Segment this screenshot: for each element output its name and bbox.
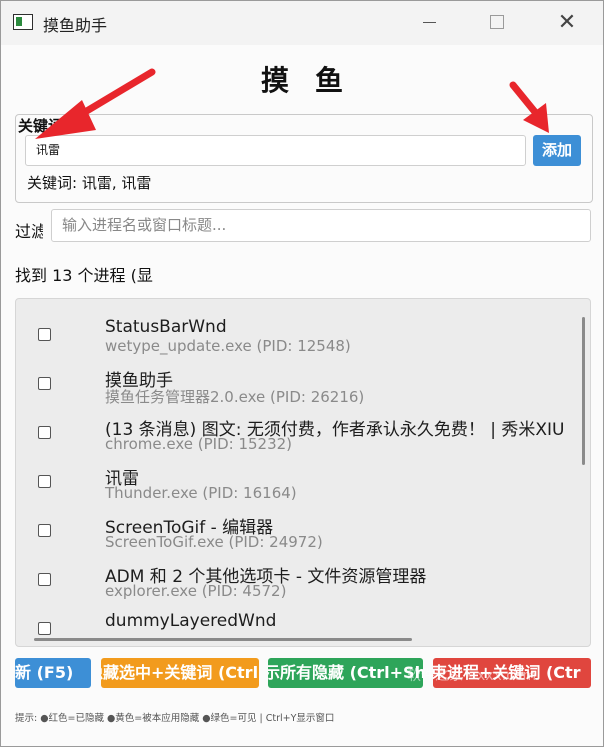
page-heading: 摸鱼 [260,64,369,97]
process-row[interactable]: 摸鱼助手 摸鱼任务管理器2.0.exe (PID: 26216) [16,363,572,412]
process-row[interactable]: ScreenToGif - 编辑器 ScreenToGif.exe (PID: … [16,510,572,559]
refresh-button[interactable]: 刷新 (F5) [15,658,91,688]
hide-selected-button[interactable]: 隐藏选中+关键词 (Ctrl [101,658,259,688]
process-checkbox[interactable] [38,573,51,586]
process-checkbox[interactable] [38,377,51,390]
refresh-button-label: 刷新 (F5) [15,663,74,682]
process-row[interactable]: ADM 和 2 个其他选项卡 - 文件资源管理器 explorer.exe (P… [16,559,572,608]
process-detail: wetype_update.exe (PID: 12548) [105,337,351,355]
process-row[interactable]: StatusBarWnd wetype_update.exe (PID: 125… [16,314,572,363]
process-detail: Thunder.exe (PID: 16164) [105,484,297,502]
process-detail: 摸鱼任务管理器2.0.exe (PID: 26216) [105,388,365,406]
add-keyword-button[interactable]: 添加 [533,135,581,166]
process-detail: chrome.exe (PID: 15232) [105,435,293,453]
process-detail: ScreenToGif.exe (PID: 24972) [105,533,323,551]
keyword-input[interactable]: 讯雷 [25,135,526,166]
filter-input[interactable]: 输入进程名或窗口标题... [51,209,591,242]
process-count-text: 找到 13 个进程 (显 [15,266,153,285]
hint-text: 提示: ●红色=已隐藏 ●黄色=被本应用隐藏 ●绿色=可见 | Ctrl+Y显示… [15,713,335,724]
process-checkbox[interactable] [38,475,51,488]
process-checkbox[interactable] [38,622,51,635]
app-window: 摸鱼助手 ✕ 摸鱼 关键词管 讯雷 添加 关键词: 讯雷, 讯雷 过滤 输入进程… [0,0,604,747]
process-row[interactable]: 讯雷 Thunder.exe (PID: 16164) [16,461,572,510]
app-icon [13,14,33,30]
show-hidden-button-label: 显示所有隐藏 (Ctrl+Sh [268,663,423,682]
close-icon: ✕ [557,9,577,35]
process-checkbox[interactable] [38,524,51,537]
minimize-button[interactable] [406,5,452,39]
process-title: StatusBarWnd [105,317,227,337]
process-title: dummyLayeredWnd [105,611,277,631]
horizontal-scrollbar[interactable] [34,638,412,641]
keyword-group: 关键词管 讯雷 添加 关键词: 讯雷, 讯雷 [15,114,593,203]
process-checkbox[interactable] [38,328,51,341]
process-list[interactable]: StatusBarWnd wetype_update.exe (PID: 125… [15,298,591,647]
show-hidden-button[interactable]: 显示所有隐藏 (Ctrl+Sh [268,658,423,688]
process-detail: explorer.exe (PID: 4572) [105,582,287,600]
maximize-button[interactable] [474,5,520,39]
keyword-group-title: 关键词管 [18,117,66,135]
title-bar[interactable]: 摸鱼助手 ✕ [1,1,603,45]
watermark: 软件之家 - xxx.com [407,668,537,684]
vertical-scrollbar[interactable] [582,317,585,465]
hide-selected-button-label: 隐藏选中+关键词 (Ctrl [101,663,259,682]
minimize-icon [422,21,436,23]
process-row[interactable]: dummyLayeredWnd [16,608,572,646]
maximize-icon [490,15,504,29]
window-title: 摸鱼助手 [43,16,108,35]
close-button[interactable]: ✕ [544,5,590,39]
filter-label: 过滤 [15,222,43,241]
keyword-list-text: 关键词: 讯雷, 讯雷 [27,174,152,192]
process-row[interactable]: (13 条消息) 图文: 无须付费，作者承认永久免费！ | 秀米XIU chro… [16,412,572,461]
process-checkbox[interactable] [38,426,51,439]
